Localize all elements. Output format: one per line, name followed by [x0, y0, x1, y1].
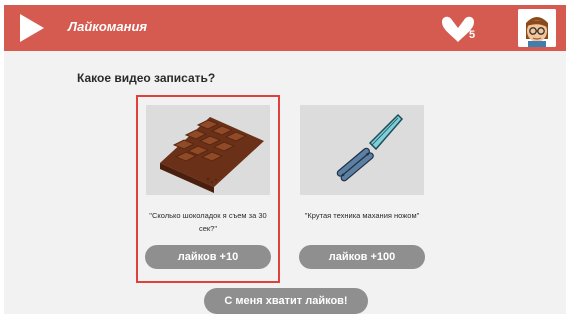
app-title: Лайкомания: [68, 19, 148, 34]
play-icon[interactable]: [18, 12, 46, 44]
question-heading: Какое видео записать?: [77, 71, 216, 85]
option-caption: "Крутая техника махания ножом": [304, 211, 420, 220]
enough-likes-button[interactable]: С меня хватит лайков!: [204, 288, 368, 314]
video-option-knife[interactable]: "Крутая техника махания ножом" лайков +1…: [292, 97, 432, 281]
user-avatar[interactable]: [518, 9, 556, 47]
butterfly-knife-image: [300, 105, 424, 195]
video-option-chocolate[interactable]: "Сколько шоколадок я съем за 30 сек?" ла…: [136, 95, 280, 283]
game-screen: Лайкомания 5 Какое видео записать? "Скол…: [4, 5, 566, 314]
avatar-face-icon: [518, 9, 556, 47]
top-bar: Лайкомания 5: [4, 5, 566, 51]
chocolate-bar-image: [146, 105, 270, 195]
likes-plus-10-button[interactable]: лайков +10: [145, 245, 271, 269]
likes-plus-100-button[interactable]: лайков +100: [299, 245, 425, 269]
option-caption: "Сколько шоколадок я съем за 30 сек?": [149, 211, 267, 233]
likes-count: 5: [469, 29, 476, 41]
